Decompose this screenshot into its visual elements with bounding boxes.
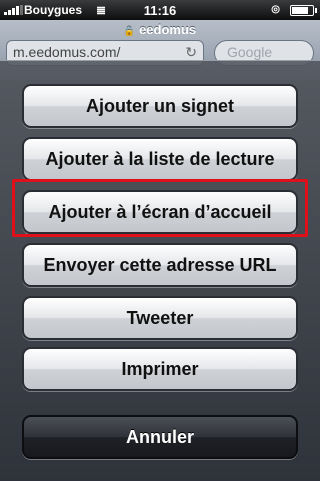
tweet-button[interactable]: Tweeter	[22, 296, 298, 340]
page-title-text: eedomus	[139, 22, 197, 37]
add-to-reading-list-button[interactable]: Ajouter à la liste de lecture	[22, 137, 298, 181]
orientation-lock-icon: ◎	[271, 4, 280, 15]
search-placeholder: Google	[227, 44, 273, 60]
action-sheet: Ajouter un signet Ajouter à la liste de …	[0, 60, 320, 481]
lock-icon: 🔒	[123, 26, 136, 36]
battery-icon	[290, 5, 317, 16]
url-text: m.eedomus.com/	[13, 44, 121, 60]
add-bookmark-button[interactable]: Ajouter un signet	[22, 84, 298, 128]
highlight-annotation	[12, 179, 308, 237]
print-button[interactable]: Imprimer	[22, 347, 298, 391]
reload-icon[interactable]: ↻	[185, 44, 197, 61]
cancel-button[interactable]: Annuler	[22, 415, 298, 459]
status-bar: Bouygues ≣ 11:16 ◎	[0, 0, 320, 20]
mail-link-button[interactable]: Envoyer cette adresse URL	[22, 243, 298, 287]
page-title: 🔒 eedomus	[0, 22, 320, 37]
